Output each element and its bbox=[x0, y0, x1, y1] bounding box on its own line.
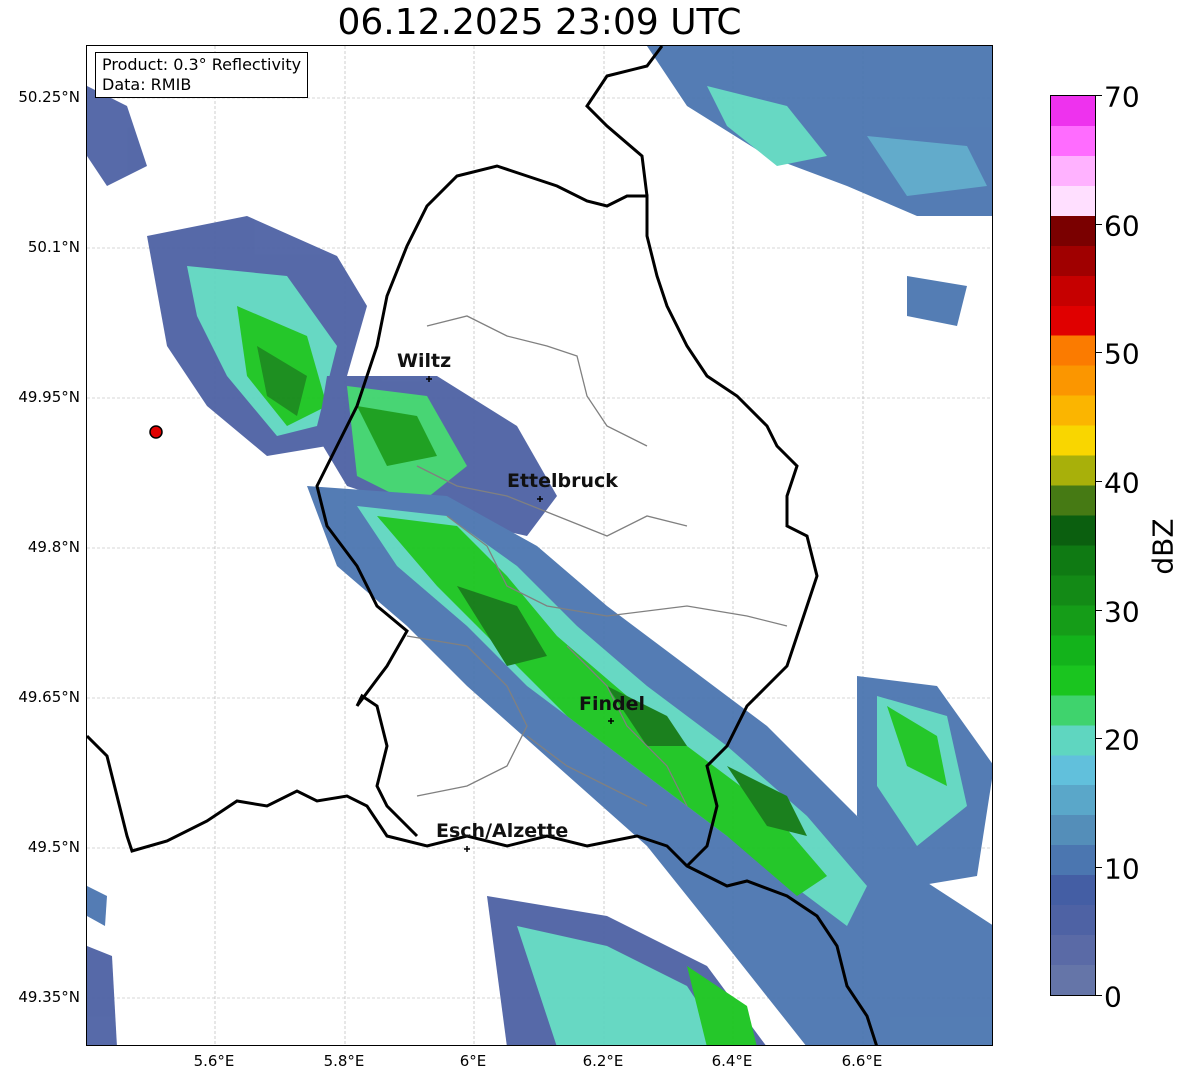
lat-tick-label: 49.35°N bbox=[18, 988, 80, 1006]
city-label-esch-alzette: Esch/Alzette bbox=[436, 820, 569, 842]
lon-tick-label: 6.6°E bbox=[841, 1052, 883, 1070]
colorbar-tick bbox=[1096, 867, 1102, 868]
lon-tick-label: 6°E bbox=[459, 1052, 487, 1070]
colorbar-label: 60 bbox=[1104, 209, 1140, 243]
reflectivity-echoes bbox=[87, 46, 992, 1045]
colorbar-label: 30 bbox=[1104, 595, 1140, 629]
colorbar-tick bbox=[1096, 610, 1102, 611]
colorbar-unit-text: dBZ bbox=[1146, 518, 1180, 575]
city-label-ettelbruck: Ettelbruck bbox=[507, 470, 618, 492]
colorbar-tick bbox=[1096, 95, 1102, 96]
lon-tick-label: 6.4°E bbox=[711, 1052, 753, 1070]
colorbar-label: 50 bbox=[1104, 337, 1140, 371]
data-source-label: Data: RMIB bbox=[102, 75, 192, 94]
radar-map[interactable]: Product: 0.3° Reflectivity Data: RMIB Wi… bbox=[86, 45, 993, 1046]
colorbar-label: 70 bbox=[1104, 80, 1140, 114]
map-canvas bbox=[87, 46, 992, 1045]
colorbar-tick bbox=[1096, 738, 1102, 739]
lon-tick-label: 6.2°E bbox=[582, 1052, 624, 1070]
colorbar-unit-label: dBZ bbox=[1147, 518, 1180, 574]
lon-tick-label: 5.6°E bbox=[193, 1052, 235, 1070]
country-border-east bbox=[585, 46, 664, 197]
colorbar-tick bbox=[1096, 352, 1102, 353]
colorbar-label: 0 bbox=[1104, 980, 1122, 1014]
lat-tick-label: 49.95°N bbox=[18, 388, 80, 406]
city-label-wiltz: Wiltz bbox=[397, 350, 452, 372]
colorbar-label: 10 bbox=[1104, 852, 1140, 886]
lat-tick-label: 50.25°N bbox=[18, 88, 80, 106]
lat-tick-label: 49.5°N bbox=[27, 838, 80, 856]
product-info-box: Product: 0.3° Reflectivity Data: RMIB bbox=[95, 52, 309, 98]
lat-tick-label: 49.65°N bbox=[18, 688, 80, 706]
dbz-colorbar bbox=[1050, 95, 1096, 996]
colorbar-label: 40 bbox=[1104, 466, 1140, 500]
colorbar-tick bbox=[1096, 481, 1102, 482]
colorbar-tick bbox=[1096, 995, 1102, 996]
city-label-findel: Findel bbox=[579, 693, 646, 715]
lat-tick-label: 50.1°N bbox=[27, 238, 80, 256]
product-label: Product: 0.3° Reflectivity bbox=[102, 55, 302, 74]
lat-tick-label: 49.8°N bbox=[27, 538, 80, 556]
lon-tick-label: 5.8°E bbox=[323, 1052, 365, 1070]
colorbar-label: 20 bbox=[1104, 723, 1140, 757]
map-title: 06.12.2025 23:09 UTC bbox=[337, 2, 742, 43]
colorbar-tick bbox=[1096, 224, 1102, 225]
radar-site-marker bbox=[149, 425, 163, 439]
